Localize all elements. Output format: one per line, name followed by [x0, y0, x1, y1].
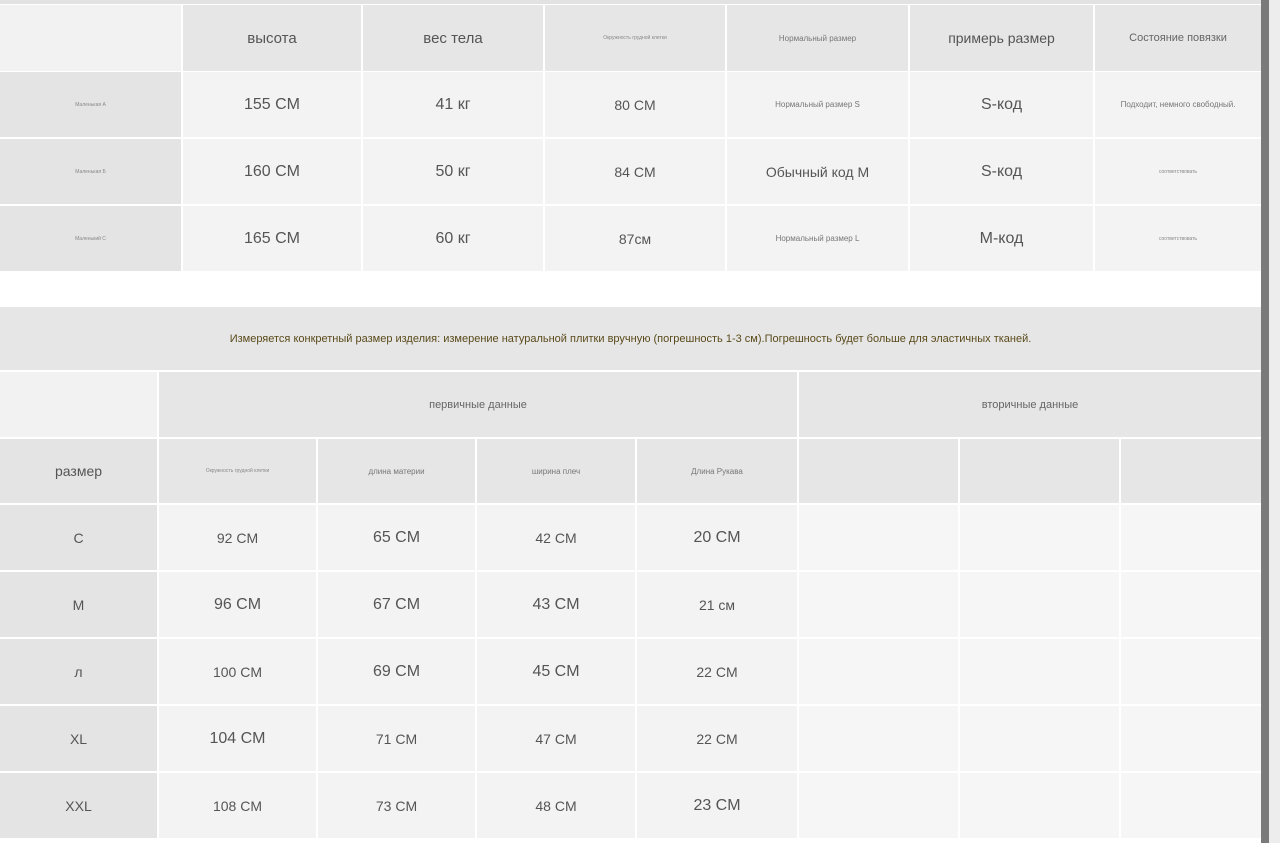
subheader-sleeve: Длина Рукава: [637, 439, 797, 503]
corner-cell: [0, 372, 157, 437]
empty-cell: [799, 706, 958, 771]
empty-cell: [1121, 773, 1261, 838]
empty-cell: [960, 639, 1119, 704]
sleeve-value: 22 CM: [637, 706, 797, 771]
sleeve-value: 22 CM: [637, 639, 797, 704]
fit-state-value: Подходит, немного свободный.: [1095, 72, 1261, 137]
subheader-shoulder: ширина плеч: [477, 439, 635, 503]
header-height: высота: [183, 5, 361, 71]
measurement-note: Измеряется конкретный размер изделия: из…: [0, 307, 1261, 370]
tried-size-value: M-код: [910, 206, 1093, 271]
header-fit-state: Состояние повязки: [1095, 5, 1261, 71]
shoulder-value: 48 CM: [477, 773, 635, 838]
shoulder-value: 47 CM: [477, 706, 635, 771]
empty-subheader: [799, 439, 958, 503]
length-value: 73 CM: [318, 773, 475, 838]
length-value: 67 CM: [318, 572, 475, 637]
chest-value: 84 CM: [545, 139, 725, 204]
empty-subheader: [960, 439, 1119, 503]
size-label: M: [0, 572, 157, 637]
subheader-length: длина материи: [318, 439, 475, 503]
header-normal-size: Нормальный размер: [727, 5, 908, 71]
height-value: 160 CM: [183, 139, 361, 204]
header-chest: Окружность грудной клетки: [545, 5, 725, 71]
header-weight: вес тела: [363, 5, 543, 71]
header-tried-size: примерь размер: [910, 5, 1093, 71]
length-value: 69 CM: [318, 639, 475, 704]
weight-value: 60 кг: [363, 206, 543, 271]
corner-cell: [0, 5, 181, 71]
size-label: л: [0, 639, 157, 704]
top-border: [0, 0, 1265, 4]
length-value: 65 CM: [318, 505, 475, 570]
empty-cell: [799, 505, 958, 570]
shoulder-value: 42 CM: [477, 505, 635, 570]
normal-size-value: Нормальный размер S: [727, 72, 908, 137]
normal-size-value: Нормальный размер L: [727, 206, 908, 271]
fit-state-value: соответствовать: [1095, 139, 1261, 204]
right-edge-bar: [1261, 0, 1269, 843]
shoulder-value: 45 CM: [477, 639, 635, 704]
spacer: [0, 271, 1261, 307]
empty-cell: [799, 773, 958, 838]
length-value: 71 CM: [318, 706, 475, 771]
chest-value: 96 CM: [159, 572, 316, 637]
chest-value: 87см: [545, 206, 725, 271]
shoulder-value: 43 CM: [477, 572, 635, 637]
model-label: Маленькая Б: [0, 139, 181, 204]
tried-size-value: S-код: [910, 139, 1093, 204]
normal-size-value: Обычный код M: [727, 139, 908, 204]
secondary-data-header: вторичные данные: [799, 372, 1261, 437]
right-edge-strip: [1269, 0, 1280, 843]
empty-cell: [960, 706, 1119, 771]
sleeve-value: 21 см: [637, 572, 797, 637]
subheader-chest: Окружность грудной клетки: [159, 439, 316, 503]
empty-cell: [1121, 572, 1261, 637]
model-label: Маленькая А: [0, 72, 181, 137]
chest-value: 80 CM: [545, 72, 725, 137]
size-header: размер: [0, 439, 157, 503]
weight-value: 50 кг: [363, 139, 543, 204]
tried-size-value: S-код: [910, 72, 1093, 137]
chest-value: 108 CM: [159, 773, 316, 838]
sleeve-value: 23 CM: [637, 773, 797, 838]
chest-value: 100 CM: [159, 639, 316, 704]
empty-cell: [799, 639, 958, 704]
empty-cell: [960, 773, 1119, 838]
height-value: 155 CM: [183, 72, 361, 137]
sleeve-value: 20 CM: [637, 505, 797, 570]
size-label: XXL: [0, 773, 157, 838]
chest-value: 92 CM: [159, 505, 316, 570]
empty-cell: [1121, 639, 1261, 704]
empty-cell: [1121, 505, 1261, 570]
model-label: Маленький C: [0, 206, 181, 271]
height-value: 165 CM: [183, 206, 361, 271]
size-label: XL: [0, 706, 157, 771]
fit-state-value: соответствовать: [1095, 206, 1261, 271]
weight-value: 41 кг: [363, 72, 543, 137]
empty-cell: [799, 572, 958, 637]
size-label: С: [0, 505, 157, 570]
chest-value: 104 CM: [159, 706, 316, 771]
primary-data-header: первичные данные: [159, 372, 797, 437]
empty-cell: [1121, 706, 1261, 771]
empty-subheader: [1121, 439, 1261, 503]
empty-cell: [960, 505, 1119, 570]
empty-cell: [960, 572, 1119, 637]
